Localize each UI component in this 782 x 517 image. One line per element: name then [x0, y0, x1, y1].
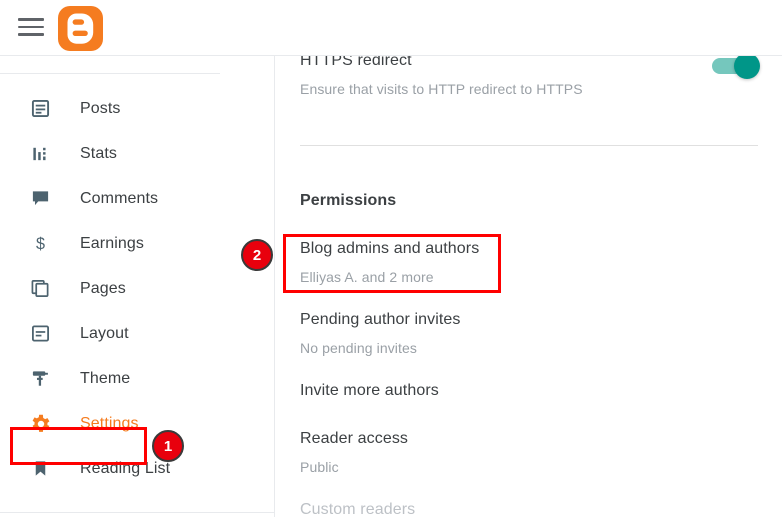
permissions-row-invite-more-authors[interactable]: Invite more authors: [276, 380, 782, 428]
sidebar-item-posts[interactable]: Posts: [0, 86, 275, 131]
hamburger-bar: [18, 18, 44, 21]
sidebar-item-pages[interactable]: Pages: [0, 266, 275, 311]
sidebar-item-theme[interactable]: Theme: [0, 356, 275, 401]
row-title: Blog admins and authors: [300, 240, 480, 257]
permissions-row-blog-admins-and-authors[interactable]: Blog admins and authors Elliyas A. and 2…: [276, 238, 782, 309]
sidebar-item-label: Posts: [80, 99, 121, 117]
permissions-row-pending-author-invites[interactable]: Pending author invites No pending invite…: [276, 309, 782, 380]
sidebar-item-earnings[interactable]: $ Earnings: [0, 221, 275, 266]
toggle-knob: [734, 56, 760, 79]
https-redirect-title: HTTPS redirect: [300, 56, 412, 69]
row-subtitle: Elliyas A. and 2 more: [300, 269, 434, 285]
https-redirect-toggle[interactable]: [712, 56, 760, 79]
sidebar-top-divider: [0, 73, 220, 74]
settings-content-panel: HTTPS redirect Ensure that visits to HTT…: [276, 56, 782, 517]
hamburger-menu-icon[interactable]: [18, 18, 48, 38]
sidebar-bottom-divider: [0, 512, 275, 513]
row-subtitle: Public: [300, 459, 339, 475]
sidebar-item-reading-list[interactable]: Reading List: [0, 446, 275, 491]
stats-icon: [28, 142, 52, 166]
settings-gear-icon: [28, 412, 52, 436]
permissions-row-custom-readers[interactable]: Custom readers: [276, 499, 782, 517]
row-title: Pending author invites: [300, 311, 461, 328]
blogger-logo-icon[interactable]: [58, 6, 103, 51]
sidebar-item-label: Earnings: [80, 234, 144, 252]
sidebar: Posts Stats Comments $ Earnings Pages La…: [0, 56, 275, 517]
svg-text:$: $: [36, 235, 45, 253]
sidebar-item-settings[interactable]: Settings: [0, 401, 275, 446]
sidebar-item-stats[interactable]: Stats: [0, 131, 275, 176]
sidebar-item-label: Pages: [80, 279, 126, 297]
sidebar-item-label: Comments: [80, 189, 159, 207]
theme-paint-roller-icon: [28, 367, 52, 391]
layout-icon: [28, 322, 52, 346]
permissions-section-header: Permissions: [276, 192, 782, 210]
permissions-row-reader-access[interactable]: Reader access Public: [276, 428, 782, 499]
annotation-badge-1: 1: [152, 430, 184, 462]
hamburger-bar: [18, 33, 44, 36]
sidebar-item-label: Theme: [80, 369, 131, 387]
https-redirect-subtitle: Ensure that visits to HTTP redirect to H…: [300, 81, 583, 97]
settings-content-scroll: HTTPS redirect Ensure that visits to HTT…: [276, 56, 782, 517]
sidebar-item-comments[interactable]: Comments: [0, 176, 275, 221]
comments-icon: [28, 187, 52, 211]
annotation-badge-2: 2: [241, 239, 273, 271]
blogger-settings-screen: Posts Stats Comments $ Earnings Pages La…: [0, 0, 782, 517]
row-title: Custom readers: [300, 501, 416, 517]
row-title: Invite more authors: [300, 382, 439, 399]
posts-icon: [28, 97, 52, 121]
reading-list-bookmark-icon: [28, 457, 52, 481]
permissions-title: Permissions: [300, 192, 397, 209]
sidebar-nav-list: Posts Stats Comments $ Earnings Pages La…: [0, 86, 275, 491]
row-title: Reader access: [300, 430, 409, 447]
pages-icon: [28, 277, 52, 301]
earnings-dollar-icon: $: [28, 232, 52, 256]
sidebar-item-layout[interactable]: Layout: [0, 311, 275, 356]
top-bar: [0, 0, 782, 56]
hamburger-bar: [18, 25, 44, 29]
sidebar-item-label: Layout: [80, 324, 129, 342]
sidebar-item-label: Settings: [80, 414, 139, 432]
https-redirect-row[interactable]: HTTPS redirect Ensure that visits to HTT…: [276, 56, 782, 109]
sidebar-item-label: Stats: [80, 144, 117, 162]
row-subtitle: No pending invites: [300, 340, 417, 356]
sidebar-item-label: Reading List: [80, 459, 171, 477]
